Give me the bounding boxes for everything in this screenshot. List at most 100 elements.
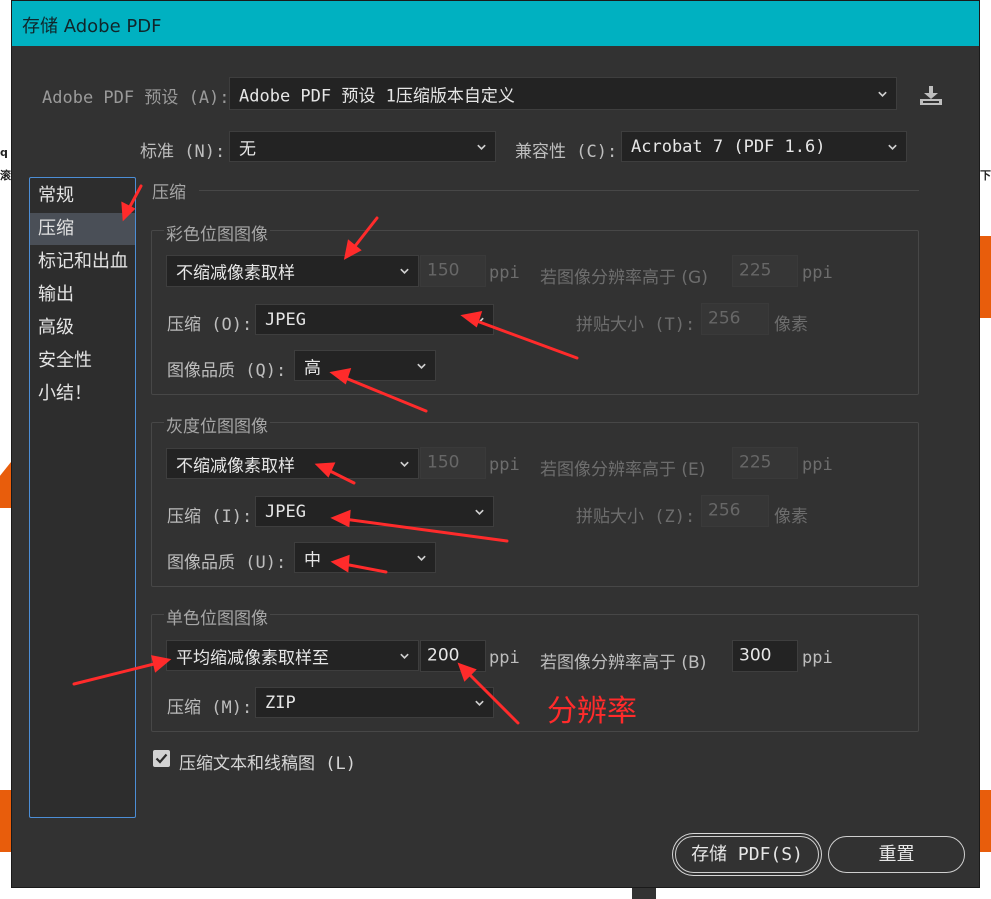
preset-select[interactable]: Adobe PDF 预设 1压缩版本自定义 [229,77,897,110]
mono-ppi-value: 200 [427,645,460,666]
mono-sampling-value: 平均缩减像素取样至 [176,648,329,668]
standard-label: 标准 (N): [140,142,226,162]
color-tile-input[interactable]: 256 [701,303,769,335]
background-shape-left [0,462,11,508]
chevron-down-icon [475,509,484,515]
color-sampling-select[interactable]: 不缩减像素取样 [166,255,419,287]
background-text-left-top: q [0,146,8,159]
standard-value: 无 [239,139,256,159]
mono-compression-label: 压缩 (M): [167,698,253,718]
chevron-down-icon [475,317,484,323]
gray-compression-label: 压缩 (I): [167,507,253,527]
chevron-down-icon [400,461,409,467]
annotation-resolution-label: 分辨率 [547,694,637,729]
compatibility-value: Acrobat 7 (PDF 1.6) [631,136,826,157]
compatibility-select[interactable]: Acrobat 7 (PDF 1.6) [621,131,907,162]
color-compression-select[interactable]: JPEG [255,304,494,335]
chevron-down-icon [475,700,484,706]
color-quality-value: 高 [304,358,321,378]
save-adobe-pdf-dialog: 存储 Adobe PDF Adobe PDF 预设 (A): Adobe PDF… [11,0,980,888]
mono-bitmap-title: 单色位图图像 [164,604,270,629]
background-text-right-mid: 下 [980,169,991,182]
color-ppi-unit: ppi [489,263,520,283]
color-quality-select[interactable]: 高 [294,350,436,381]
section-title: 压缩 [152,183,186,203]
color-threshold-label: 若图像分辨率高于 (G) [540,268,708,288]
sidebar-item-security[interactable]: 安全性 [30,345,135,377]
preset-label: Adobe PDF 预设 (A): [42,88,230,108]
sidebar-item-compression[interactable]: 压缩 [30,213,135,245]
sidebar-item-advanced[interactable]: 高级 [30,312,135,344]
sidebar-item-general[interactable]: 常规 [30,180,135,212]
gray-threshold-input[interactable]: 225 [732,447,798,479]
color-compression-label: 压缩 (O): [167,315,253,335]
color-tile-label: 拼贴大小 (T): [576,315,696,335]
color-compression-value: JPEG [265,309,306,330]
reset-button[interactable]: 重置 [828,836,965,873]
gray-bitmap-title: 灰度位图图像 [164,412,270,437]
color-tile-unit: 像素 [774,315,808,335]
chevron-down-icon [400,653,409,659]
gray-tile-label: 拼贴大小 (Z): [576,507,696,527]
mono-ppi-unit: ppi [489,648,520,668]
gray-threshold-value: 225 [739,452,772,473]
color-threshold-unit: ppi [802,263,833,283]
gray-ppi-unit: ppi [489,455,520,475]
gray-compression-value: JPEG [265,501,306,522]
color-threshold-value: 225 [739,260,772,281]
compress-text-checkbox[interactable] [153,750,170,767]
title-bar[interactable]: 存储 Adobe PDF [12,1,979,46]
preset-value: Adobe PDF 预设 1压缩版本自定义 [239,86,515,106]
mono-threshold-unit: ppi [802,648,833,668]
background-strip-right-bottom [980,790,991,852]
mono-threshold-label: 若图像分辨率高于 (B) [540,653,707,673]
color-threshold-input[interactable]: 225 [732,255,798,287]
compress-text-label[interactable]: 压缩文本和线稿图 (L) [179,749,356,774]
sidebar-item-output[interactable]: 输出 [30,279,135,311]
color-ppi-input[interactable]: 150 [420,255,486,287]
gray-tile-unit: 像素 [774,507,808,527]
sidebar-item-summary[interactable]: 小结！ [30,378,135,410]
chevron-down-icon [400,268,409,275]
chevron-down-icon [477,144,486,150]
color-ppi-value: 150 [427,260,460,281]
mono-compression-select[interactable]: ZIP [255,687,494,718]
mono-threshold-input[interactable]: 300 [732,640,798,672]
chevron-down-icon [417,555,426,561]
mono-ppi-input[interactable]: 200 [420,640,486,672]
gray-ppi-input[interactable]: 150 [420,447,486,479]
background-strip-right-top [980,236,991,318]
background-text-left-mid: 滚 [0,169,11,182]
background-block-bottom [632,888,656,899]
gray-sampling-value: 不缩减像素取样 [176,456,295,476]
mono-threshold-value: 300 [739,645,772,666]
save-preset-icon[interactable] [918,85,944,107]
gray-ppi-value: 150 [427,452,460,473]
color-tile-value: 256 [708,308,741,329]
sidebar-nav: 常规 压缩 标记和出血 输出 高级 安全性 小结！ [29,177,136,818]
chevron-down-icon [878,91,887,97]
gray-tile-value: 256 [708,500,741,521]
mono-sampling-select[interactable]: 平均缩减像素取样至 [166,640,419,671]
chevron-down-icon [888,144,897,150]
standard-select[interactable]: 无 [229,131,496,162]
color-sampling-value: 不缩减像素取样 [176,263,295,284]
gray-tile-input[interactable]: 256 [701,495,769,527]
compatibility-label: 兼容性 (C): [515,142,618,162]
section-divider [199,190,919,191]
gray-quality-value: 中 [304,550,321,570]
background-strip-left [0,790,11,852]
checkmark-icon [155,753,168,764]
gray-quality-select[interactable]: 中 [294,542,436,573]
gray-sampling-select[interactable]: 不缩减像素取样 [166,448,419,479]
dialog-title: 存储 Adobe PDF [22,16,162,37]
sidebar-item-marks-bleeds[interactable]: 标记和出血 [30,246,135,278]
chevron-down-icon [417,363,426,369]
color-quality-label: 图像品质 (Q): [167,361,287,381]
mono-compression-value: ZIP [265,692,296,713]
save-pdf-button[interactable]: 存储 PDF(S) [675,836,819,873]
gray-compression-select[interactable]: JPEG [255,496,494,527]
color-bitmap-title: 彩色位图图像 [164,220,270,245]
gray-threshold-label: 若图像分辨率高于 (E) [540,460,706,480]
gray-quality-label: 图像品质 (U): [167,553,287,573]
